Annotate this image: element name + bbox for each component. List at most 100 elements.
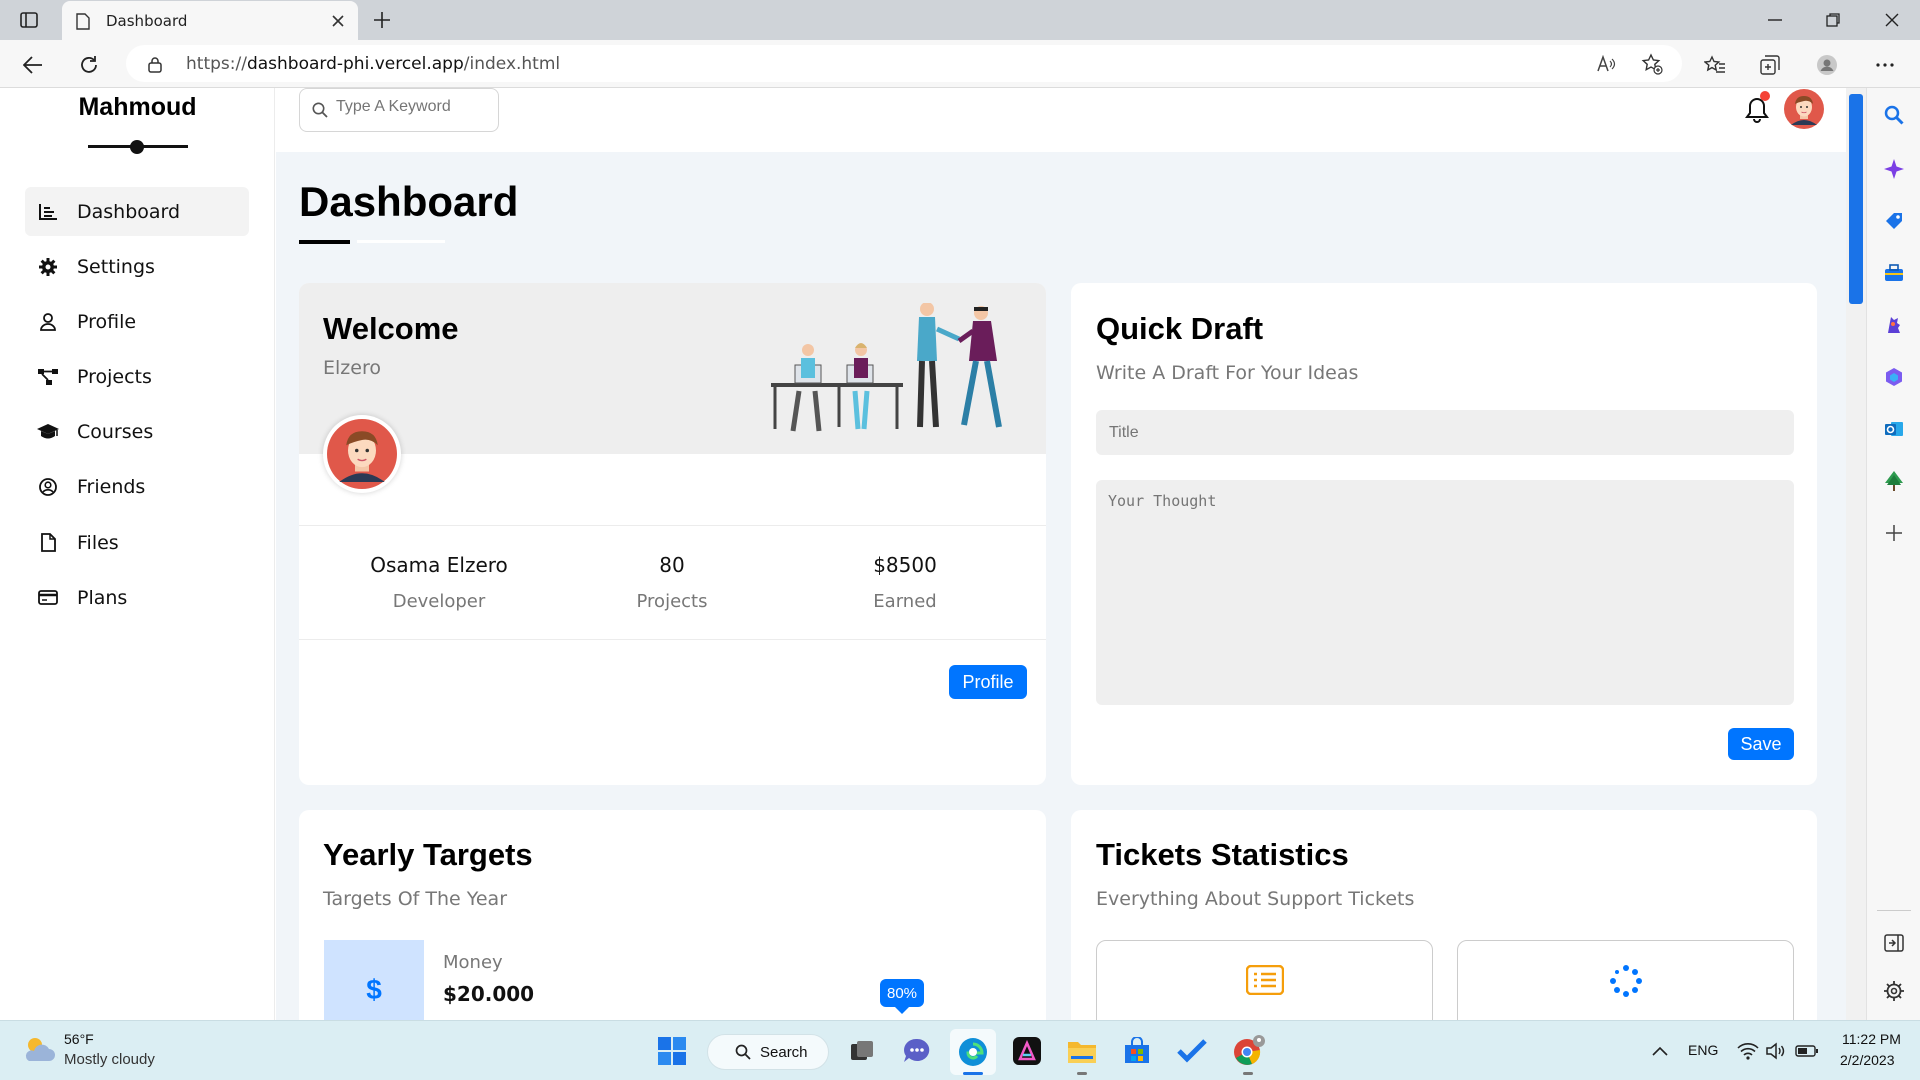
gear-icon [37, 257, 59, 276]
lock-icon[interactable] [146, 54, 164, 74]
weather-temp[interactable]: 56°F [64, 1031, 94, 1047]
welcome-avatar[interactable] [323, 415, 401, 493]
yearly-targets-title: Yearly Targets [323, 837, 533, 872]
search-box[interactable] [299, 88, 499, 132]
list-icon [1245, 963, 1285, 997]
tickets-card: Tickets Statistics Everything About Supp… [1071, 810, 1817, 1020]
scrollbar-thumb[interactable] [1849, 94, 1863, 304]
sidebar-item-dashboard[interactable]: Dashboard [25, 187, 249, 236]
page-icon [74, 11, 92, 31]
browser-tab[interactable]: Dashboard [62, 1, 358, 40]
avatar[interactable] [1784, 89, 1824, 129]
restore-icon[interactable] [1821, 8, 1845, 32]
tickets-subtitle: Everything About Support Tickets [1096, 888, 1415, 910]
read-aloud-icon[interactable] [1594, 52, 1618, 76]
welcome-subtitle: Elzero [323, 357, 381, 379]
sidebar-item-friends[interactable]: Friends [25, 462, 249, 511]
active-app-indicator [963, 1072, 983, 1075]
toolbox-icon[interactable] [1881, 260, 1907, 286]
graduation-cap-icon [37, 423, 59, 440]
brand-divider-dot [130, 140, 144, 154]
tab-title: Dashboard [106, 12, 188, 30]
teams-chat-icon[interactable] [901, 1035, 933, 1067]
sidebar-item-projects[interactable]: Projects [25, 352, 249, 401]
weather-icon[interactable] [20, 1033, 56, 1065]
sidebar-item-label: Files [77, 531, 119, 554]
clock-date[interactable]: 2/2/2023 [1840, 1052, 1895, 1068]
edge-browser-icon[interactable] [956, 1035, 990, 1069]
sidebar-item-settings[interactable]: Settings [25, 242, 249, 291]
add-favorite-icon[interactable] [1640, 52, 1664, 76]
quick-draft-card: Quick Draft Write A Draft For Your Ideas… [1071, 283, 1817, 785]
copilot-icon[interactable] [1881, 156, 1907, 182]
more-menu-icon[interactable] [1872, 52, 1898, 78]
close-window-icon[interactable] [1880, 8, 1904, 32]
page-scrollbar[interactable] [1846, 88, 1866, 1020]
tag-icon[interactable] [1881, 208, 1907, 234]
windows-start-icon[interactable] [656, 1035, 688, 1067]
sidebar-item-label: Courses [77, 420, 154, 443]
refresh-icon[interactable] [76, 52, 102, 78]
progress-percent: 80% [886, 984, 918, 1002]
search-input[interactable] [336, 98, 486, 116]
close-tab-icon[interactable] [328, 11, 348, 31]
draft-title-input[interactable] [1096, 410, 1794, 455]
todo-icon[interactable] [1176, 1035, 1208, 1067]
new-tab-icon[interactable] [370, 8, 394, 32]
settings-icon[interactable] [1881, 978, 1907, 1004]
browser-tab-bar: Dashboard [0, 0, 1920, 40]
collapse-sidebar-icon[interactable] [1881, 930, 1907, 956]
account-icon[interactable] [1814, 52, 1840, 78]
task-view-icon[interactable] [846, 1035, 878, 1067]
favorites-icon[interactable] [1702, 52, 1728, 78]
quick-draft-title: Quick Draft [1096, 311, 1264, 346]
tree-icon[interactable] [1881, 468, 1907, 494]
diagram-icon [37, 368, 59, 386]
stat-projects: 80 Projects [556, 553, 788, 612]
language-indicator[interactable]: ENG [1688, 1042, 1718, 1058]
sidebar-item-files[interactable]: Files [25, 518, 249, 567]
collections-icon[interactable] [1757, 52, 1783, 78]
divider [299, 525, 1046, 526]
wifi-icon[interactable] [1736, 1039, 1760, 1063]
clock-time[interactable]: 11:22 PM [1842, 1031, 1901, 1047]
welcome-title: Welcome [323, 311, 459, 346]
stat-value: 80 [659, 553, 685, 577]
adobe-express-icon[interactable] [1011, 1035, 1043, 1067]
sidebar-item-plans[interactable]: Plans [25, 573, 249, 622]
tab-actions-icon[interactable] [18, 10, 40, 30]
back-icon[interactable] [20, 52, 46, 78]
address-bar[interactable]: https://dashboard-phi.vercel.app/index.h… [126, 45, 1682, 82]
minimize-icon[interactable] [1763, 8, 1787, 32]
games-icon[interactable] [1881, 312, 1907, 338]
tickets-title: Tickets Statistics [1096, 837, 1349, 872]
volume-icon[interactable] [1765, 1039, 1789, 1063]
weather-desc[interactable]: Mostly cloudy [64, 1051, 155, 1068]
stat-earned: $8500 Earned [789, 553, 1021, 612]
search-icon [311, 101, 329, 119]
taskbar-search[interactable]: Search [707, 1034, 829, 1070]
edge-sidebar [1866, 88, 1920, 1020]
microsoft-store-icon[interactable] [1121, 1035, 1153, 1067]
yearly-targets-card: Yearly Targets Targets Of The Year $ Mon… [299, 810, 1046, 1020]
chrome-icon[interactable] [1231, 1033, 1267, 1069]
stat-value: Osama Elzero [370, 553, 508, 577]
chevron-up-icon[interactable] [1648, 1039, 1672, 1063]
add-icon[interactable] [1881, 520, 1907, 546]
battery-icon[interactable] [1794, 1039, 1820, 1063]
app-indicator [1243, 1072, 1253, 1075]
profile-button[interactable]: Profile [949, 665, 1027, 699]
sidebar-item-courses[interactable]: Courses [25, 407, 249, 456]
search-icon[interactable] [1881, 102, 1907, 128]
microsoft365-icon[interactable] [1881, 364, 1907, 390]
sidebar-item-label: Projects [77, 365, 152, 388]
save-button[interactable]: Save [1728, 728, 1794, 760]
welcome-card: Welcome Elzero Osama Elzero Developer 80… [299, 283, 1046, 785]
sidebar-item-label: Profile [77, 310, 137, 333]
file-explorer-icon[interactable] [1066, 1035, 1098, 1067]
outlook-icon[interactable] [1881, 416, 1907, 442]
draft-thought-textarea[interactable] [1096, 480, 1794, 705]
sidebar-item-profile[interactable]: Profile [25, 297, 249, 346]
notification-dot [1760, 91, 1770, 101]
user-circle-icon [37, 477, 59, 496]
